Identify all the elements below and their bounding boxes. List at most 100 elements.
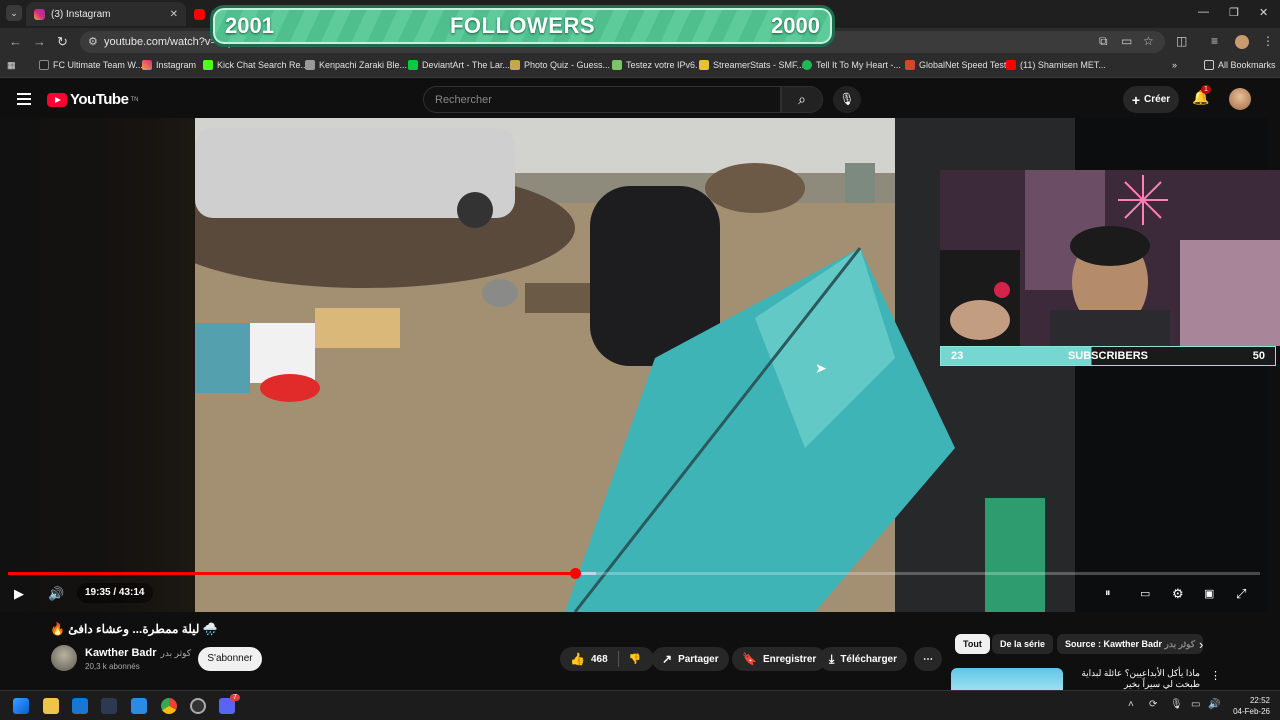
channel-name-ar: كوثر بدر: [160, 648, 192, 658]
notifications-button[interactable]: 🔔 1: [1192, 85, 1211, 106]
bookmark-instagram[interactable]: Instagram: [142, 60, 196, 70]
youtube-logo[interactable]: YouTube TN: [47, 91, 138, 108]
search-input[interactable]: Rechercher: [423, 86, 781, 113]
edge-icon[interactable]: [131, 698, 147, 714]
chip-series[interactable]: De la série: [992, 634, 1054, 654]
youtube-play-icon: [47, 92, 67, 107]
windows-start-icon[interactable]: [13, 698, 29, 714]
more-actions-button[interactable]: ⋯: [914, 647, 942, 671]
bookmark-spotify[interactable]: Tell It To My Heart -...: [802, 60, 901, 70]
chip-source[interactable]: Source : Kawther Badr كوثر بدر: [1057, 634, 1204, 654]
forward-icon[interactable]: →: [33, 34, 46, 49]
account-avatar[interactable]: [1229, 88, 1251, 110]
youtube-icon: [1006, 60, 1016, 70]
bookmark-kenpachi[interactable]: Kenpachi Zaraki Ble...: [305, 60, 407, 70]
steam-icon[interactable]: [101, 698, 117, 714]
channel-name[interactable]: Kawther Badr كوثر بدر: [85, 647, 191, 659]
thumbs-down-icon: 👎: [628, 653, 642, 665]
monitor-icon[interactable]: ▭: [1191, 699, 1200, 710]
subscribe-button[interactable]: S'abonner: [198, 647, 262, 671]
more-bookmarks-icon[interactable]: »: [1172, 60, 1177, 70]
channel-avatar[interactable]: [51, 645, 77, 671]
file-explorer-icon[interactable]: [43, 698, 59, 714]
bookmark-label: (11) Shamisen MET...: [1020, 60, 1106, 70]
hamburger-menu-icon[interactable]: [17, 93, 31, 105]
reload-icon[interactable]: ↻: [57, 34, 68, 50]
back-icon[interactable]: ←: [9, 34, 22, 49]
channel-subscribers: 20,3 k abonnés: [85, 662, 140, 671]
system-clock[interactable]: 22:52 04-Feb-26: [1228, 695, 1270, 717]
notification-badge: 1: [1201, 85, 1211, 94]
tray-overflow-icon[interactable]: ˄: [1128, 699, 1134, 710]
like-button[interactable]: 👍 468: [560, 647, 618, 671]
play-button[interactable]: ▶: [14, 586, 24, 602]
bookmark-fc-ultimate[interactable]: FC Ultimate Team W...: [39, 60, 143, 70]
chrome-icon[interactable]: [161, 698, 177, 714]
cast-icon[interactable]: ▭: [1121, 34, 1132, 48]
download-label: Télécharger: [840, 653, 898, 665]
subtitles-icon[interactable]: ▭: [1140, 587, 1150, 600]
subscribers-goal-overlay: 23 SUBSCRIBERS 50: [940, 346, 1276, 366]
chip-all[interactable]: Tout: [955, 634, 990, 654]
translate-icon[interactable]: ⧉: [1099, 34, 1108, 49]
apps-icon[interactable]: ▦: [7, 60, 16, 71]
download-button[interactable]: ⤓ Télécharger: [819, 647, 908, 671]
related-video-title[interactable]: ماذا يأكل الأبداعيين؟ عائلة لبداية طبخت …: [1068, 668, 1200, 690]
clock-date: 04-Feb-26: [1233, 707, 1270, 716]
bookmark-star-icon[interactable]: ☆: [1143, 34, 1154, 48]
related-video-thumbnail[interactable]: [951, 668, 1063, 690]
folder-icon: [1204, 60, 1214, 70]
extensions-icon[interactable]: ◫: [1176, 34, 1187, 48]
progress-bar[interactable]: [8, 568, 1260, 579]
search-button[interactable]: ⌕: [781, 86, 823, 113]
bookmark-label: Kenpachi Zaraki Ble...: [319, 60, 408, 70]
minimize-button[interactable]: —: [1198, 6, 1209, 18]
save-button[interactable]: 🔖 Enregistrer: [732, 647, 827, 671]
bookmark-ipv6[interactable]: Testez votre IPv6.: [612, 60, 698, 70]
chip-source-label: Source : Kawther Badr: [1065, 639, 1163, 649]
close-window-button[interactable]: ✕: [1259, 6, 1268, 19]
search-icon: ⌕: [798, 91, 806, 107]
media-control-icon[interactable]: ≡: [1211, 34, 1218, 48]
all-bookmarks[interactable]: All Bookmarks: [1204, 60, 1276, 70]
settings-gear-icon[interactable]: ⚙: [1172, 586, 1184, 602]
fullscreen-icon[interactable]: ⤢: [1236, 586, 1246, 602]
tab-instagram[interactable]: (3) Instagram ✕: [26, 2, 186, 26]
search-placeholder: Rechercher: [435, 94, 492, 106]
create-button[interactable]: + Créer: [1123, 86, 1179, 113]
site-info-icon[interactable]: ⚙: [88, 35, 98, 48]
share-button[interactable]: ↗ Partager: [652, 647, 729, 671]
bookmark-shamisen[interactable]: (11) Shamisen MET...: [1006, 60, 1106, 70]
streamer-webcam: [940, 170, 1280, 346]
tab-search-button[interactable]: ⌄: [6, 5, 22, 21]
bookmark-kick-chat[interactable]: Kick Chat Search Re...: [203, 60, 308, 70]
bookmark-streamerstats[interactable]: StreamerStats - SMF...: [699, 60, 804, 70]
autoplay-toggle[interactable]: ⏸: [1105, 587, 1111, 600]
close-tab-icon[interactable]: ✕: [170, 9, 178, 20]
voice-search-button[interactable]: 🎙: [833, 86, 861, 113]
followers-label: FOLLOWERS: [449, 13, 596, 38]
network-app-icon[interactable]: ⟳: [1149, 699, 1157, 710]
volume-icon[interactable]: 🔊: [48, 586, 64, 602]
profile-avatar[interactable]: [1235, 35, 1249, 49]
outlook-icon[interactable]: [72, 698, 88, 714]
related-more-icon[interactable]: ⋮: [1210, 669, 1221, 682]
obs-icon[interactable]: [190, 698, 206, 714]
speaker-icon[interactable]: 🔊: [1208, 699, 1220, 710]
chevron-right-icon[interactable]: ›: [1199, 637, 1203, 652]
bookmark-deviantart[interactable]: DeviantArt - The Lar...: [408, 60, 510, 70]
chip-source-ar: كوثر بدر: [1164, 639, 1196, 649]
bookmark-icon: 🔖: [742, 652, 757, 666]
microphone-icon[interactable]: 🎙: [1170, 699, 1183, 710]
dislike-button[interactable]: 👎: [619, 647, 651, 671]
menu-icon[interactable]: ⋮: [1262, 34, 1274, 48]
miniplayer-icon[interactable]: ▣: [1204, 587, 1214, 600]
deviantart-icon: [408, 60, 418, 70]
stats-icon: [699, 60, 709, 70]
maximize-button[interactable]: ❐: [1229, 6, 1239, 19]
bookmark-photo-quiz[interactable]: Photo Quiz - Guess...: [510, 60, 610, 70]
bookmark-label: Tell It To My Heart -...: [816, 60, 901, 70]
youtube-icon: [194, 8, 205, 20]
share-icon: ↗: [662, 652, 673, 666]
bookmark-speedtest[interactable]: GlobalNet Speed Test: [905, 60, 1006, 70]
